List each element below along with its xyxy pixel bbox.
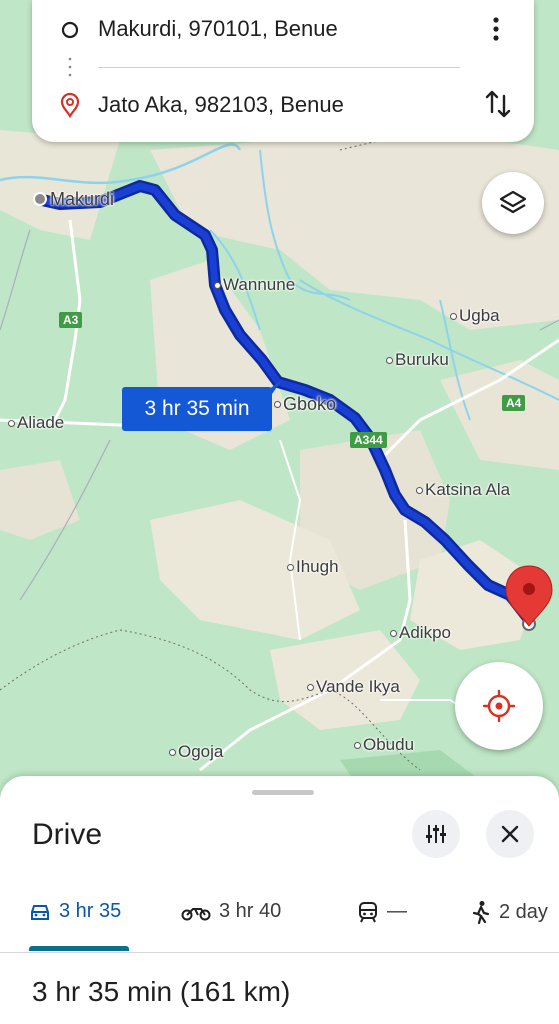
- place-dot-icon: [386, 356, 393, 364]
- walk-icon: [472, 901, 490, 924]
- place-dot-icon: [416, 486, 423, 494]
- place-name: Ihugh: [296, 557, 339, 576]
- active-tab-indicator: [29, 946, 129, 951]
- mode-tab-drive[interactable]: 3 hr 35: [29, 900, 121, 923]
- mode-label: 2 day: [499, 900, 548, 923]
- swap-icon[interactable]: [484, 88, 512, 120]
- location-target-icon: [482, 689, 516, 723]
- place-name: Gboko: [283, 394, 337, 414]
- route-eta-callout[interactable]: 3 hr 35 min: [122, 387, 272, 431]
- sliders-icon: [426, 825, 446, 843]
- place-label-makurdi[interactable]: Makurdi: [50, 189, 114, 210]
- place-name: Obudu: [363, 735, 415, 754]
- place-name: Vande Ikya: [316, 677, 400, 696]
- place-label-obudu[interactable]: Obudu: [354, 735, 414, 755]
- place-label-adikpo[interactable]: Adikpo: [390, 623, 451, 643]
- close-button[interactable]: [486, 810, 534, 858]
- my-location-button[interactable]: [455, 662, 543, 750]
- place-dot-icon: [274, 401, 281, 408]
- place-dot-icon: [169, 748, 176, 756]
- origin-marker-icon: [33, 192, 47, 206]
- place-label-wannune[interactable]: Wannune: [214, 275, 295, 295]
- train-icon: [359, 901, 377, 922]
- fields-divider: [98, 67, 460, 68]
- mode-tab-transit[interactable]: —: [357, 900, 407, 923]
- place-dot-icon: [307, 683, 314, 691]
- place-dot-icon: [214, 281, 221, 289]
- mode-label: —: [387, 900, 407, 922]
- mode-label: 3 hr 35: [59, 900, 122, 922]
- place-dot-icon: [390, 629, 397, 637]
- route-options-button[interactable]: [412, 810, 460, 858]
- place-label-ihugh[interactable]: Ihugh: [287, 557, 339, 577]
- origin-circle-icon: [61, 21, 79, 39]
- route-summary: 3 hr 35 min (161 km): [32, 976, 291, 1007]
- place-dot-icon: [450, 312, 457, 320]
- place-name: Ogoja: [178, 742, 224, 761]
- place-name: Aliade: [17, 413, 65, 432]
- callout-tail: [262, 380, 282, 394]
- place-label-buruku[interactable]: Buruku: [386, 350, 449, 370]
- close-icon: [501, 825, 519, 843]
- place-name: Adikpo: [399, 623, 451, 642]
- layers-icon: [499, 190, 527, 214]
- mode-label: 3 hr 40: [219, 900, 282, 922]
- origin-field[interactable]: Makurdi, 970101, Benue: [98, 16, 338, 42]
- place-label-ugba[interactable]: Ugba: [450, 306, 500, 326]
- motorcycle-icon: [181, 907, 211, 920]
- highway-a344-shield: A344: [350, 432, 387, 448]
- place-label-vande-ikya[interactable]: Vande Ikya: [307, 677, 400, 697]
- tabs-divider: [0, 952, 559, 953]
- directions-card: Makurdi, 970101, Benue Jato Aka, 982103,…: [32, 0, 534, 142]
- place-dot-icon: [287, 563, 294, 571]
- mode-tab-walk[interactable]: 2 day: [471, 900, 548, 924]
- place-label-gboko[interactable]: Gboko: [274, 394, 336, 415]
- place-name: Katsina Ala: [425, 480, 511, 499]
- place-name: Makurdi: [50, 189, 115, 209]
- destination-pin-outline-icon: [60, 92, 80, 118]
- highway-a3-shield: A3: [59, 312, 83, 328]
- connector-dots-icon: [68, 57, 72, 77]
- directions-bottom-sheet: Drive 3 hr 35 3 hr 40 — 2 day 3 hr 35 mi…: [0, 776, 559, 1024]
- route-eta-text: 3 hr 35 min: [144, 397, 250, 420]
- mode-tab-motorcycle[interactable]: 3 hr 40: [181, 900, 281, 923]
- place-dot-icon: [8, 419, 15, 427]
- place-dot-icon: [354, 741, 361, 749]
- more-options-icon[interactable]: [488, 16, 504, 42]
- place-label-ogoja[interactable]: Ogoja: [169, 742, 223, 762]
- place-label-aliade[interactable]: Aliade: [8, 413, 64, 433]
- destination-field[interactable]: Jato Aka, 982103, Benue: [98, 92, 344, 118]
- place-name: Buruku: [395, 350, 449, 369]
- place-label-katsina-ala[interactable]: Katsina Ala: [416, 480, 510, 500]
- layers-button[interactable]: [482, 172, 544, 234]
- sheet-title: Drive: [32, 818, 103, 851]
- place-name: Ugba: [459, 306, 500, 325]
- car-icon: [31, 904, 49, 920]
- sheet-drag-handle[interactable]: [252, 790, 314, 795]
- highway-a4-shield: A4: [502, 395, 526, 411]
- place-name: Wannune: [223, 275, 296, 294]
